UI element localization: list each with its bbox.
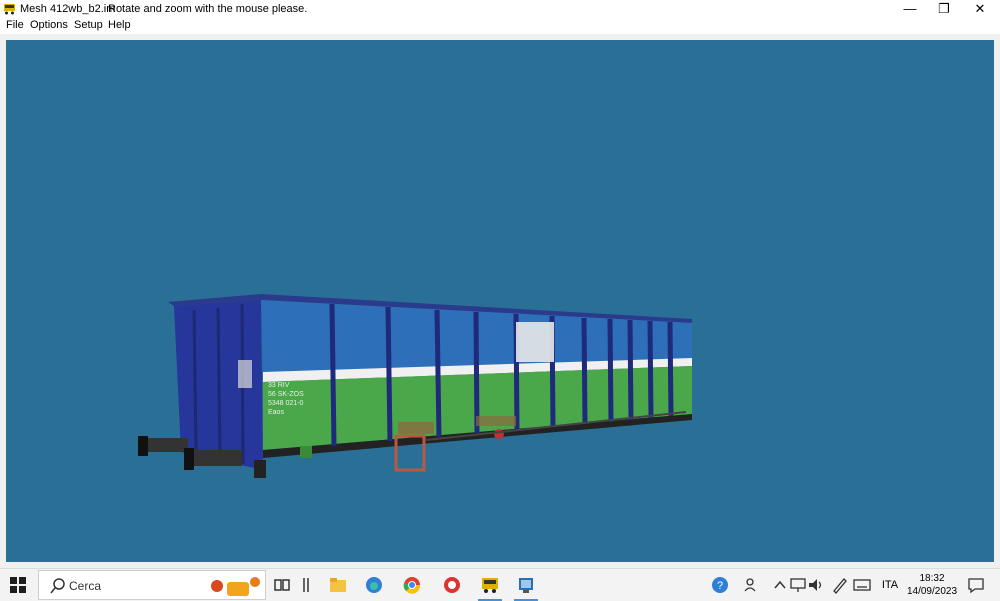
- chevron-up-icon[interactable]: [770, 575, 790, 595]
- train-app-icon[interactable]: [480, 575, 500, 595]
- wagon-marking-3: 5348 021-0: [268, 400, 304, 407]
- menu-setup[interactable]: Setup: [74, 19, 103, 31]
- svg-text:?: ?: [717, 580, 723, 592]
- menu-file[interactable]: File: [6, 19, 24, 31]
- app-icon: [4, 4, 15, 15]
- ccleaner-icon[interactable]: [442, 575, 462, 595]
- keyboard-icon[interactable]: [852, 575, 872, 595]
- task-view-icon[interactable]: [272, 575, 292, 595]
- help-tray-icon[interactable]: ?: [710, 575, 730, 595]
- search-input[interactable]: Cerca: [69, 579, 101, 593]
- window-message: Rotate and zoom with the mouse please.: [108, 3, 308, 15]
- volume-icon[interactable]: [806, 575, 826, 595]
- mesh-viewer-icon[interactable]: [516, 575, 536, 595]
- minimize-button[interactable]: —: [892, 0, 928, 18]
- start-icon[interactable]: [8, 575, 28, 595]
- wagon-marking-1: 33 RIV: [268, 382, 290, 389]
- restore-button[interactable]: ❐: [926, 0, 962, 18]
- clock-time[interactable]: 18:32: [918, 573, 946, 584]
- people-icon[interactable]: [742, 575, 762, 595]
- 3d-viewport[interactable]: 33 RIV 56 SK-ZOS 5348 021-0 Eaos: [6, 40, 994, 562]
- taskbar: Cerca ? ITA 18:32 14/09/2023: [0, 568, 1000, 601]
- pen-icon[interactable]: [830, 575, 850, 595]
- wagon-model: 33 RIV 56 SK-ZOS 5348 021-0 Eaos: [138, 294, 692, 478]
- title-bar: Mesh 412wb_b2.im Rotate and zoom with th…: [0, 0, 1000, 18]
- menu-help[interactable]: Help: [108, 19, 131, 31]
- menu-bar: File Options Setup Help: [0, 18, 1000, 34]
- chrome-icon[interactable]: [402, 575, 422, 595]
- clock-date[interactable]: 14/09/2023: [904, 586, 960, 597]
- network-icon[interactable]: [788, 575, 808, 595]
- widget-divider-icon[interactable]: [296, 575, 316, 595]
- wagon-marking-4: Eaos: [268, 409, 284, 416]
- autumn-cup-icon: [211, 577, 260, 596]
- wagon-marking-2: 56 SK-ZOS: [268, 391, 304, 398]
- notification-icon[interactable]: [966, 575, 986, 595]
- menu-options[interactable]: Options: [30, 19, 68, 31]
- language-indicator[interactable]: ITA: [880, 575, 900, 595]
- search-box[interactable]: Cerca: [38, 570, 266, 600]
- search-icon: [50, 578, 65, 594]
- close-button[interactable]: ✕: [962, 0, 998, 18]
- file-explorer-icon[interactable]: [328, 575, 348, 595]
- window-title: Mesh 412wb_b2.im: [20, 3, 116, 15]
- edge-icon[interactable]: [364, 575, 384, 595]
